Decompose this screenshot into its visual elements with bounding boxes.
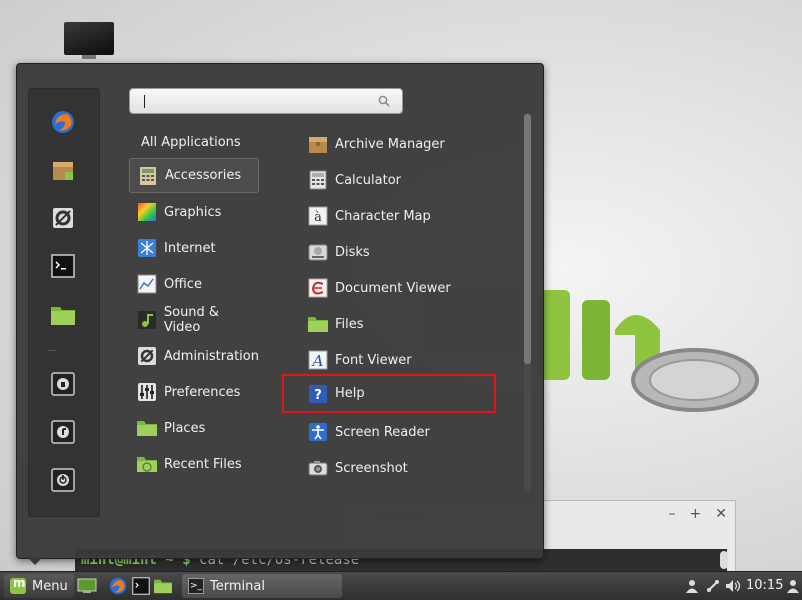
office-icon	[136, 273, 158, 295]
user-icon[interactable]	[683, 577, 701, 595]
terminal-scrollbar[interactable]	[720, 551, 728, 569]
lock-screen-icon[interactable]	[50, 371, 76, 397]
search-input[interactable]	[136, 92, 370, 112]
show-desktop-icon[interactable]	[77, 576, 97, 596]
calculator-icon	[307, 169, 329, 191]
category-label: Administration	[163, 348, 259, 364]
app-label: Files	[335, 316, 364, 332]
graphics-icon	[136, 201, 158, 223]
category-label: Preferences	[164, 384, 241, 400]
svg-text:à: à	[314, 210, 322, 225]
firefox-icon[interactable]	[108, 576, 128, 596]
app-label: Font Viewer	[335, 352, 412, 368]
app-calculator[interactable]: Calculator	[303, 163, 513, 197]
network-icon[interactable]	[704, 577, 722, 595]
character-map-icon: à	[307, 205, 329, 227]
linux-mint-logo-icon	[10, 576, 26, 594]
category-all-applications[interactable]: All Applications	[129, 125, 259, 159]
app-label: Calculator	[335, 172, 402, 188]
app-files[interactable]: Files	[303, 307, 513, 341]
firefox-icon[interactable]	[50, 109, 76, 135]
category-label: Internet	[164, 240, 216, 256]
power-icon[interactable]	[50, 467, 76, 493]
menu-pointer	[27, 557, 43, 565]
category-administration[interactable]: Administration	[129, 339, 259, 373]
category-preferences[interactable]: Preferences	[129, 375, 259, 409]
svg-text:A: A	[311, 352, 324, 370]
disks-icon	[307, 241, 329, 263]
bottom-panel: Menu >_ Terminal 10:15	[0, 571, 802, 600]
font-viewer-icon: A	[307, 349, 329, 371]
folder-icon	[136, 417, 158, 439]
app-label: Character Map	[335, 208, 431, 224]
close-icon[interactable]: ✕	[715, 506, 727, 522]
app-font-viewer[interactable]: A Font Viewer	[303, 343, 513, 377]
app-label: Help	[335, 386, 365, 401]
calculator-icon	[137, 165, 159, 187]
taskbar-terminal-label: Terminal	[210, 578, 265, 594]
app-label: Disks	[335, 244, 370, 260]
category-label: Office	[164, 276, 202, 292]
category-office[interactable]: Office	[129, 267, 259, 301]
software-manager-icon[interactable]	[50, 157, 76, 183]
document-viewer-icon	[307, 277, 329, 299]
recent-files-icon	[136, 453, 158, 475]
terminal-icon: >_	[188, 578, 204, 594]
category-label: Places	[164, 420, 206, 436]
app-screen-reader[interactable]: Screen Reader	[303, 415, 513, 449]
category-label: Recent Files	[164, 456, 242, 472]
files-folder-icon[interactable]	[153, 576, 173, 596]
category-accessories[interactable]: Accessories	[129, 158, 259, 193]
computer-desktop-icon[interactable]	[64, 22, 114, 59]
system-settings-icon[interactable]	[50, 205, 76, 231]
category-internet[interactable]: Internet	[129, 231, 259, 265]
preferences-icon	[136, 381, 158, 403]
volume-icon[interactable]	[724, 577, 742, 595]
camera-icon	[307, 457, 329, 479]
svg-text:?: ?	[314, 388, 322, 403]
search-icon[interactable]	[378, 95, 390, 111]
apps-scrollbar-thumb[interactable]	[524, 114, 531, 364]
sound-video-icon	[136, 309, 158, 331]
apps-scrollbar[interactable]	[524, 114, 531, 492]
app-document-viewer[interactable]: Document Viewer	[303, 271, 513, 305]
category-recent-files[interactable]: Recent Files	[129, 447, 259, 481]
menu-button[interactable]: Menu	[4, 574, 74, 598]
accessibility-icon	[307, 421, 329, 443]
app-label: Archive Manager	[335, 136, 445, 152]
category-sound-video[interactable]: Sound & Video	[129, 303, 259, 337]
application-menu: All Applications Accessories Graphics In…	[16, 63, 544, 559]
maximize-icon[interactable]: +	[690, 506, 702, 522]
category-graphics[interactable]: Graphics	[129, 195, 259, 229]
minimize-icon[interactable]: –	[669, 506, 676, 522]
internet-icon	[136, 237, 158, 259]
app-disks[interactable]: Disks	[303, 235, 513, 269]
clock[interactable]: 10:15	[746, 578, 783, 593]
help-icon: ?	[307, 383, 329, 405]
terminal-icon[interactable]	[50, 253, 76, 279]
taskbar-terminal[interactable]: >_ Terminal	[182, 574, 342, 598]
app-label: Document Viewer	[335, 280, 451, 296]
category-label: Sound & Video	[163, 305, 220, 335]
category-label: Graphics	[164, 204, 222, 220]
administration-icon	[136, 345, 158, 367]
app-archive-manager[interactable]: Archive Manager	[303, 127, 513, 161]
terminal-icon[interactable]	[131, 576, 151, 596]
category-label: Accessories	[165, 168, 242, 183]
app-help[interactable]: ? Help	[282, 374, 496, 413]
category-places[interactable]: Places	[129, 411, 259, 445]
user-session-icon[interactable]	[784, 577, 802, 595]
menu-button-label: Menu	[32, 578, 68, 594]
category-label: All Applications	[141, 134, 241, 150]
app-character-map[interactable]: à Character Map	[303, 199, 513, 233]
app-label: Screenshot	[335, 460, 408, 476]
archive-icon	[307, 133, 329, 155]
folder-icon	[307, 313, 329, 335]
app-screenshot[interactable]: Screenshot	[303, 451, 513, 485]
favorites-separator	[48, 350, 56, 351]
search-box[interactable]	[129, 88, 403, 114]
files-folder-icon[interactable]	[50, 302, 76, 328]
app-label: Screen Reader	[335, 424, 430, 440]
logout-icon[interactable]	[50, 419, 76, 445]
